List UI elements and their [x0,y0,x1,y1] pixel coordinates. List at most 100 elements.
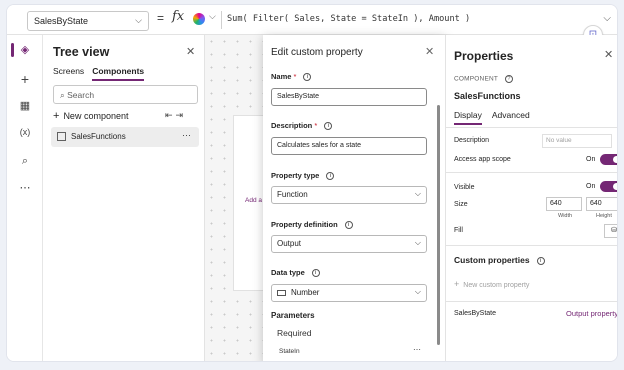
tab-display[interactable]: Display [454,110,482,125]
properties-panel: Properties ✕ COMPONENT? SalesFunctions D… [445,35,618,361]
property-type-value: Function [277,190,308,199]
formula-bar: SalesByState ⌵ = fx ⌵ Sum( Filter( Sales… [7,5,617,45]
property-type-dropdown[interactable]: Function ⌵ [271,186,427,204]
divider [221,11,222,29]
insert-icon[interactable]: + [7,71,43,87]
name-field[interactable]: SalesByState [271,88,427,106]
access-scope-toggle[interactable] [600,154,617,165]
divider [446,245,617,246]
component-name: SalesFunctions [454,91,521,101]
tree-item-label: SalesFunctions [71,132,126,141]
visible-label: Visible [454,184,475,191]
properties-title: Properties [454,49,514,63]
component-icon [57,132,66,141]
custom-property-item[interactable]: SalesByState [454,310,496,317]
more-options-icon[interactable]: ⋯ [413,345,421,354]
more-icon[interactable]: ⋯ [7,181,43,194]
add-hint: Add a [245,197,262,204]
export-icon[interactable]: ⇥ [176,110,187,120]
properties-tabs: Display Advanced [454,110,540,125]
component-actions: ⇤⇥ [165,110,186,121]
width-caption: Width [558,213,573,219]
more-options-icon[interactable]: ⋯ [182,130,191,141]
search-placeholder: Search [67,90,95,100]
dialog-scrollbar[interactable] [437,105,440,345]
close-icon[interactable]: ✕ [604,48,613,61]
search-icon[interactable]: ⌕ [7,155,43,168]
data-type-dropdown[interactable]: Number ⌵ [271,284,427,302]
tree-item[interactable]: SalesFunctions ⋯ [51,127,199,147]
description-field[interactable]: Calculates sales for a state [271,137,427,155]
copilot-icon[interactable] [193,13,205,25]
description-prop-input[interactable]: No value [542,134,612,148]
chevron-down-icon: ⌵ [414,238,421,247]
access-scope-state: On [586,156,596,163]
paint-bucket-icon: ⛁ [611,227,617,234]
copilot-chevron-icon[interactable]: ⌵ [209,11,216,22]
fill-label: Fill [454,227,463,234]
search-input[interactable]: ⌕ Search [53,85,198,104]
number-icon [277,289,286,296]
property-dropdown-value: SalesByState [34,16,89,26]
info-icon: i [326,172,335,181]
visible-state: On [586,183,596,190]
height-caption: Height [596,213,612,219]
plus-icon: + [454,279,460,289]
expand-formula-icon[interactable]: ⌵ [603,13,611,24]
tree-view-title: Tree view [53,45,110,59]
info-icon: i [303,73,312,82]
formula-input[interactable]: Sum( Filter( Sales, State = StateIn ), A… [227,14,470,24]
plus-icon: + [53,110,60,122]
width-input[interactable]: 640 [546,197,582,211]
data-icon[interactable]: ▦ [7,99,43,112]
tab-screens[interactable]: Screens [53,66,84,76]
left-rail: ◈ + ▦ (x) ⌕ ⋯ [7,35,43,361]
custom-properties-heading: Custom properties i [454,255,545,265]
property-dropdown[interactable]: SalesByState ⌵ [27,11,149,31]
name-label: Name * i [271,72,312,82]
access-scope-label: Access app scope [454,156,511,163]
divider [446,172,617,173]
visible-toggle[interactable] [600,181,617,192]
edit-custom-property-dialog: Edit custom property ✕ Name * i SalesBySt… [263,35,445,361]
data-type-label: Data type i [271,268,320,278]
import-icon[interactable]: ⇤ [165,110,176,120]
divider [446,301,617,302]
component-kind: COMPONENT? [454,75,514,83]
property-definition-label: Property definition i [271,220,353,230]
divider [446,127,617,128]
name-value: SalesByState [277,93,320,100]
equals-sign: = [157,11,165,25]
parameters-heading: Parameters [271,311,315,320]
tab-advanced[interactable]: Advanced [492,110,530,120]
property-definition-value: Output [277,239,302,248]
custom-property-type: Output property [566,309,618,318]
info-icon: i [311,269,320,278]
fx-icon[interactable]: fx [172,9,184,24]
variables-icon[interactable]: (x) [7,127,43,137]
parameter-item[interactable]: StateIn [279,348,300,355]
chevron-down-icon: ⌵ [414,287,421,296]
close-icon[interactable]: ✕ [425,45,434,58]
fill-picker[interactable]: ⛁ [604,224,617,238]
tree-tabs: Screens Components [53,66,152,81]
new-component-label: New component [63,111,129,121]
new-component-button[interactable]: + New component [53,110,128,122]
layers-icon[interactable]: ◈ [7,43,43,56]
tree-view-panel: Tree view ✕ Screens Components ⌕ Search +… [43,35,205,361]
info-icon: i [324,122,333,131]
height-input[interactable]: 640 [586,197,617,211]
new-custom-property-button[interactable]: + New custom property [454,279,529,289]
required-label: Required [277,328,312,338]
tab-components[interactable]: Components [92,66,145,81]
property-definition-dropdown[interactable]: Output ⌵ [271,235,427,253]
property-type-label: Property type i [271,171,335,181]
info-icon: i [536,256,545,265]
dialog-title: Edit custom property [271,47,363,58]
app-window: SalesByState ⌵ = fx ⌵ Sum( Filter( Sales… [6,4,618,362]
size-label: Size [454,201,468,208]
close-icon[interactable]: ✕ [186,45,195,58]
description-label: Description * i [271,121,333,131]
chevron-down-icon: ⌵ [135,15,142,25]
data-type-value: Number [291,288,320,297]
